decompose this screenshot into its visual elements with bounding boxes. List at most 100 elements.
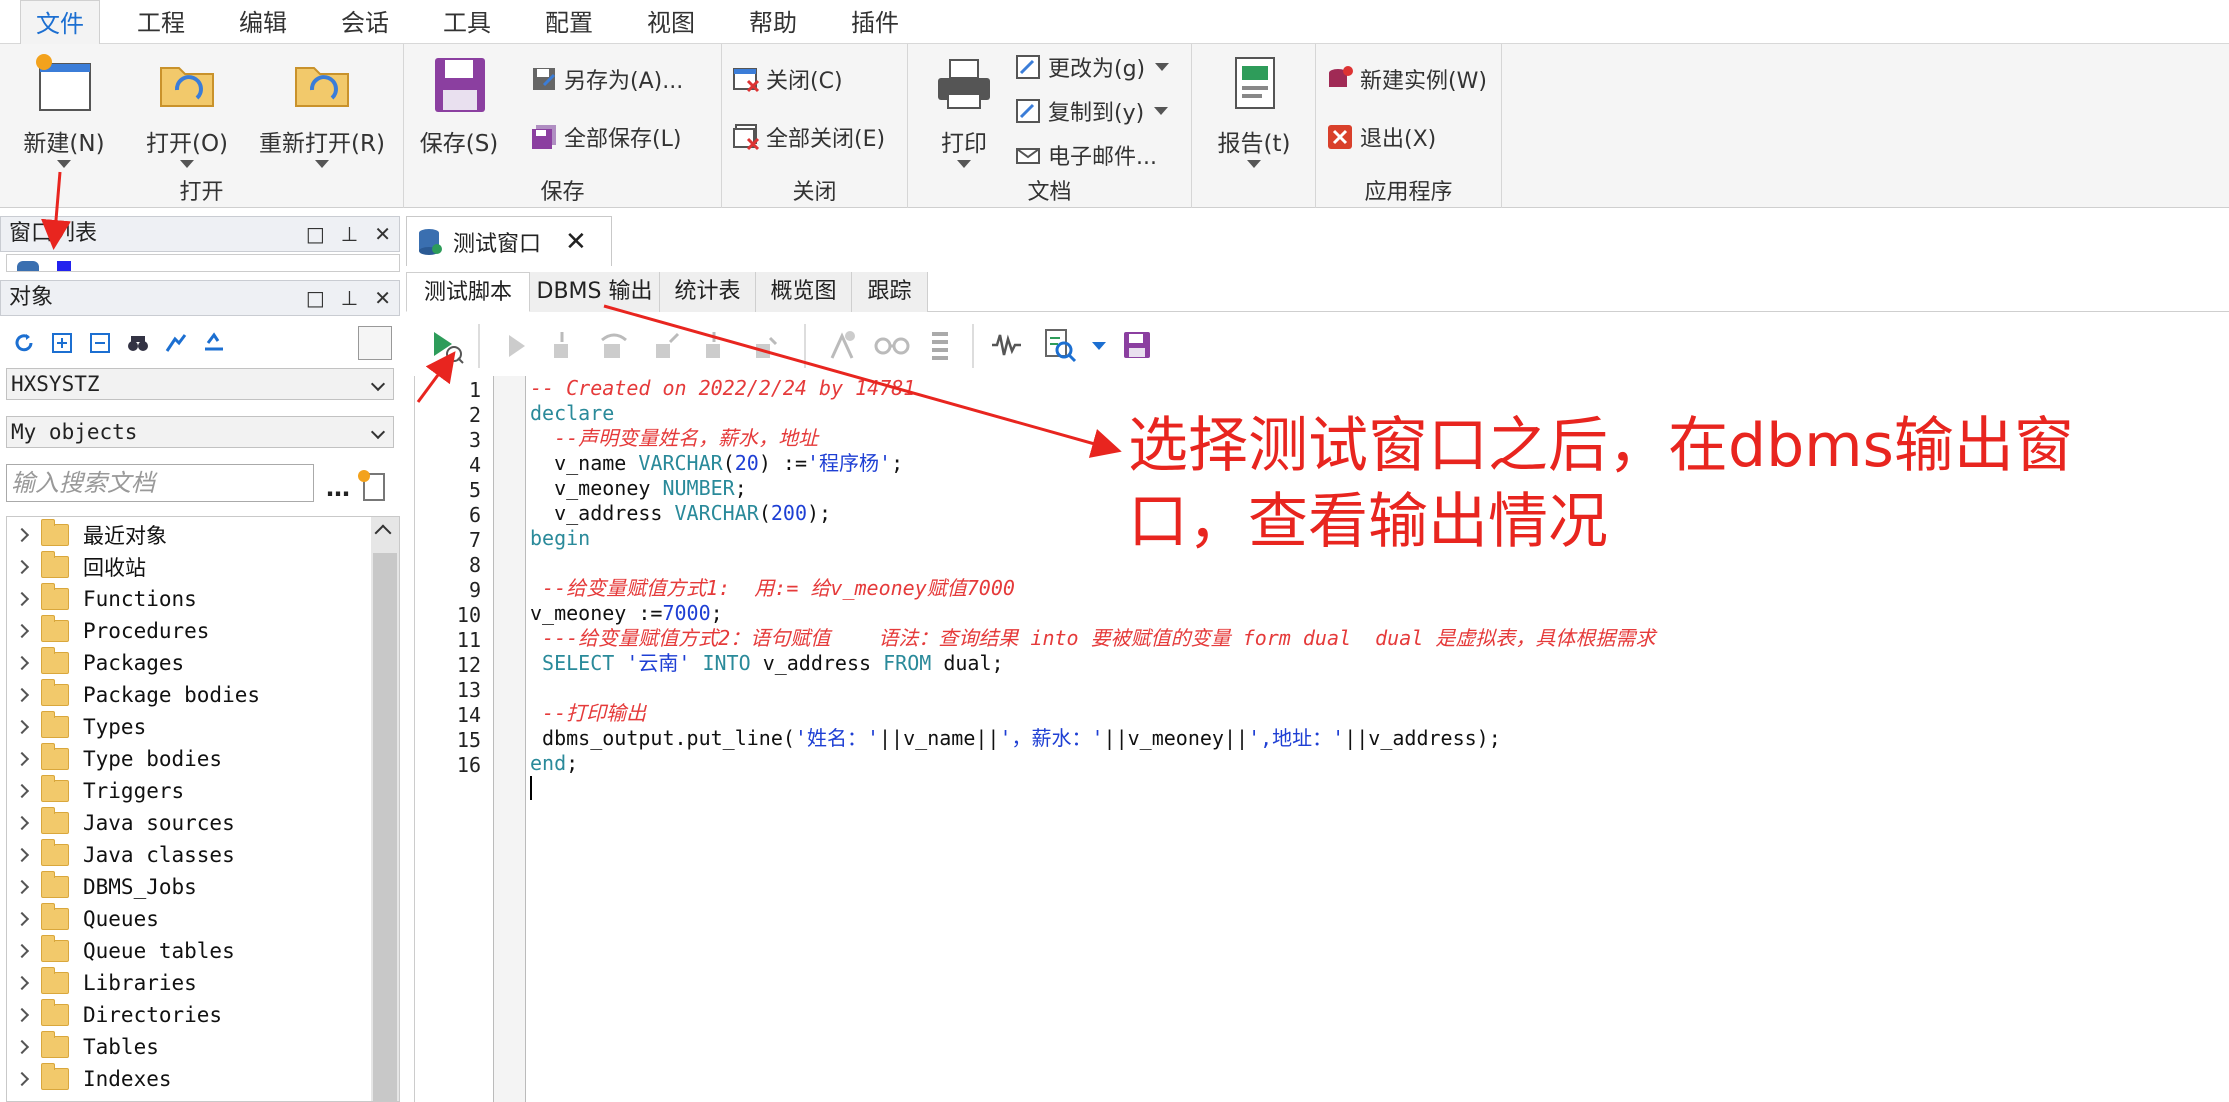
break-icon[interactable] xyxy=(750,330,778,360)
tree-item[interactable]: Tables xyxy=(7,1031,159,1063)
chevron-right-icon[interactable] xyxy=(14,911,30,927)
new-document-icon[interactable] xyxy=(356,468,390,502)
menu-config[interactable]: 配置 xyxy=(534,0,604,44)
run-to-exception-icon[interactable] xyxy=(700,330,728,360)
subtab-statistics[interactable]: 统计表 xyxy=(660,272,756,312)
tree-scrollbar[interactable] xyxy=(371,517,399,1101)
tree-item[interactable]: Java classes xyxy=(7,839,235,871)
chevron-right-icon[interactable] xyxy=(14,815,30,831)
tree-item[interactable]: Libraries xyxy=(7,967,197,999)
reopen-button[interactable]: 重新打开(R) xyxy=(252,52,392,168)
chevron-right-icon[interactable] xyxy=(14,591,30,607)
object-filter-select[interactable]: My objects xyxy=(6,416,394,448)
maximize-icon[interactable]: □ xyxy=(306,217,325,251)
chevron-right-icon[interactable] xyxy=(14,1039,30,1055)
chevron-down-icon[interactable] xyxy=(1092,342,1106,350)
step-into-icon[interactable] xyxy=(548,330,576,360)
menu-plugins[interactable]: 插件 xyxy=(840,0,910,44)
save-button[interactable]: 保存(S) xyxy=(414,52,504,158)
tree-item[interactable]: Java sources xyxy=(7,807,235,839)
filter-edit-icon[interactable] xyxy=(164,331,188,355)
tree-item[interactable]: Type bodies xyxy=(7,743,222,775)
tree-item[interactable]: Triggers xyxy=(7,775,184,807)
menu-session[interactable]: 会话 xyxy=(330,0,400,44)
color-filter-button[interactable] xyxy=(358,326,392,360)
menu-help[interactable]: 帮助 xyxy=(738,0,808,44)
watches-glasses-icon[interactable] xyxy=(874,330,910,360)
print-button[interactable]: 打印 xyxy=(918,52,1010,168)
reopen-dropdown-caret[interactable] xyxy=(315,160,329,168)
chevron-right-icon[interactable] xyxy=(14,1071,30,1087)
toggle-breakpoint-icon[interactable] xyxy=(826,328,860,362)
close-button[interactable]: 关闭(C) xyxy=(732,62,843,96)
tree-item[interactable]: Indexes xyxy=(7,1063,172,1095)
chevron-right-icon[interactable] xyxy=(14,559,30,575)
scrollbar-thumb[interactable] xyxy=(373,553,397,1101)
waveform-icon[interactable] xyxy=(990,330,1026,360)
report-button[interactable]: 报告(t) xyxy=(1200,52,1308,168)
pin-icon[interactable]: ⊥ xyxy=(341,217,358,251)
menu-tools[interactable]: 工具 xyxy=(432,0,502,44)
subtab-test-script[interactable]: 测试脚本 xyxy=(406,272,530,312)
call-stack-icon[interactable] xyxy=(928,328,952,362)
step-over-icon[interactable] xyxy=(598,330,628,360)
menu-project[interactable]: 工程 xyxy=(126,0,196,44)
more-options-icon[interactable]: … xyxy=(326,474,350,502)
tab-test-window[interactable]: 测试窗口 ✕ xyxy=(406,216,612,266)
save-all-button[interactable]: 全部保存(L) xyxy=(530,120,681,154)
report-dropdown-caret[interactable] xyxy=(1247,160,1261,168)
exit-button[interactable]: 退出(X) xyxy=(1326,120,1436,154)
pin-icon[interactable]: ⊥ xyxy=(341,281,358,315)
tree-item[interactable]: 回收站 xyxy=(7,551,146,583)
tree-item[interactable]: Procedures xyxy=(7,615,209,647)
explain-plan-icon[interactable] xyxy=(1042,328,1078,364)
tree-item[interactable]: 最近对象 xyxy=(7,519,167,551)
close-icon[interactable]: ✕ xyxy=(374,217,391,251)
menu-view[interactable]: 视图 xyxy=(636,0,706,44)
search-input[interactable]: 输入搜索文档 xyxy=(6,464,314,502)
chevron-right-icon[interactable] xyxy=(14,527,30,543)
new-dropdown-caret[interactable] xyxy=(57,160,71,168)
chevron-right-icon[interactable] xyxy=(14,751,30,767)
subtab-dbms-output[interactable]: DBMS 输出 xyxy=(530,272,660,312)
change-to-button[interactable]: 更改为(g) xyxy=(1014,50,1170,84)
open-button[interactable]: 打开(O) xyxy=(132,52,242,168)
step-out-icon[interactable] xyxy=(652,330,680,360)
chevron-right-icon[interactable] xyxy=(14,655,30,671)
tree-item[interactable]: Directories xyxy=(7,999,222,1031)
chevron-right-icon[interactable] xyxy=(14,623,30,639)
tree-item[interactable]: Types xyxy=(7,711,146,743)
chevron-right-icon[interactable] xyxy=(14,1007,30,1023)
close-icon[interactable]: ✕ xyxy=(374,281,391,315)
run-icon[interactable] xyxy=(506,332,528,360)
tree-item[interactable]: DBMS_Jobs xyxy=(7,871,197,903)
chevron-right-icon[interactable] xyxy=(14,847,30,863)
find-binoculars-icon[interactable] xyxy=(126,331,150,355)
copy-to-dropdown-icon[interactable] xyxy=(1154,107,1169,115)
menu-edit[interactable]: 编辑 xyxy=(228,0,298,44)
subtab-trace[interactable]: 跟踪 xyxy=(852,272,928,312)
refresh-icon[interactable] xyxy=(12,331,36,355)
subtab-overview[interactable]: 概览图 xyxy=(756,272,852,312)
tree-item[interactable]: Packages xyxy=(7,647,184,679)
chevron-right-icon[interactable] xyxy=(14,943,30,959)
schema-select[interactable]: HXSYSTZ xyxy=(6,368,394,400)
print-dropdown-caret[interactable] xyxy=(957,160,971,168)
menu-file[interactable]: 文件 xyxy=(20,0,100,45)
save-as-button[interactable]: 另存为(A)... xyxy=(530,62,683,96)
tree-item[interactable]: Queue tables xyxy=(7,935,235,967)
filter-options-icon[interactable] xyxy=(202,331,226,355)
scroll-up-icon[interactable] xyxy=(374,524,392,542)
tree-item[interactable]: Queues xyxy=(7,903,159,935)
floppy-disk-icon[interactable] xyxy=(1122,330,1152,360)
expand-all-icon[interactable] xyxy=(50,331,74,355)
execute-icon[interactable] xyxy=(430,328,466,364)
window-list-body[interactable] xyxy=(6,254,400,272)
copy-to-button[interactable]: 复制到(y) xyxy=(1014,94,1169,128)
tree-item[interactable]: Functions xyxy=(7,583,197,615)
change-to-dropdown-icon[interactable] xyxy=(1155,63,1170,71)
new-button[interactable]: 新建(N) xyxy=(14,52,114,168)
close-all-button[interactable]: 全部关闭(E) xyxy=(732,120,885,154)
chevron-right-icon[interactable] xyxy=(14,719,30,735)
email-button[interactable]: 电子邮件... xyxy=(1014,138,1157,172)
